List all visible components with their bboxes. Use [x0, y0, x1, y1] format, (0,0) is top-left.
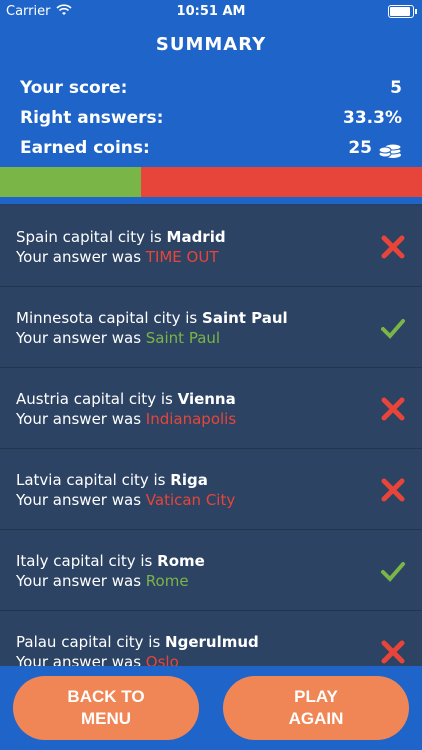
cross-icon — [381, 397, 405, 421]
question-prefix: Latvia capital city is — [16, 471, 171, 489]
battery-icon — [388, 5, 417, 18]
coins-row: Earned coins: 25 — [20, 134, 402, 164]
answer-list[interactable]: Spain capital city is Madrid Your answer … — [0, 206, 422, 666]
question-text: Palau capital city is Ngerulmud — [16, 633, 259, 651]
capital-name: Saint Paul — [202, 309, 288, 327]
given-answer: TIME OUT — [145, 248, 219, 266]
check-icon — [381, 562, 405, 582]
given-answer: Saint Paul — [145, 329, 221, 347]
capital-name: Madrid — [166, 228, 226, 246]
play-again-button[interactable]: PLAY AGAIN — [223, 676, 409, 740]
question-prefix: Palau capital city is — [16, 633, 166, 651]
answer-text: Your answer was Saint Paul — [16, 329, 220, 347]
capital-name: Riga — [170, 471, 208, 489]
question-prefix: Spain capital city is — [16, 228, 167, 246]
answer-text: Your answer was Indianapolis — [16, 410, 236, 428]
question-text: Minnesota capital city is Saint Paul — [16, 309, 288, 327]
answer-text: Your answer was Vatican City — [16, 491, 235, 509]
check-icon — [381, 319, 405, 339]
question-text: Austria capital city is Vienna — [16, 390, 236, 408]
score-progress-bar — [0, 167, 422, 197]
answer-prefix: Your answer was — [16, 653, 146, 666]
given-answer: Vatican City — [145, 491, 236, 509]
score-label: Your score: — [20, 78, 128, 98]
given-answer: Oslo — [145, 653, 179, 666]
answer-prefix: Your answer was — [16, 248, 146, 266]
right-answers-value: 33.3% — [343, 108, 402, 128]
list-item: Minnesota capital city is Saint Paul Your… — [0, 287, 422, 368]
answer-text: Your answer was Oslo — [16, 653, 179, 666]
list-item: Latvia capital city is Riga Your answer w… — [0, 449, 422, 530]
score-value: 5 — [390, 78, 402, 98]
list-item: Palau capital city is Ngerulmud Your answ… — [0, 611, 422, 666]
coins-stack-icon — [378, 143, 402, 158]
right-answers-row: Right answers: 33.3% — [20, 104, 402, 134]
coins-label: Earned coins: — [20, 138, 150, 158]
clock: 10:51 AM — [176, 4, 246, 19]
list-item: Spain capital city is Madrid Your answer … — [0, 206, 422, 287]
answer-prefix: Your answer was — [16, 491, 146, 509]
given-answer: Indianapolis — [145, 410, 237, 428]
capital-name: Ngerulmud — [165, 633, 259, 651]
cross-icon — [381, 640, 405, 664]
given-answer: Rome — [145, 572, 189, 590]
footer-bar: BACK TO MENU PLAY AGAIN — [0, 666, 422, 750]
answer-prefix: Your answer was — [16, 572, 146, 590]
question-text: Latvia capital city is Riga — [16, 471, 208, 489]
answer-text: Your answer was TIME OUT — [16, 248, 219, 266]
question-prefix: Austria capital city is — [16, 390, 178, 408]
right-answers-label: Right answers: — [20, 108, 164, 128]
question-text: Spain capital city is Madrid — [16, 228, 226, 246]
cross-icon — [381, 235, 405, 259]
question-prefix: Minnesota capital city is — [16, 309, 203, 327]
status-bar: Carrier 10:51 AM — [0, 0, 422, 22]
coins-value: 25 — [348, 138, 372, 158]
correct-portion — [0, 167, 141, 197]
question-text: Italy capital city is Rome — [16, 552, 205, 570]
cross-icon — [381, 478, 405, 502]
page-title: SUMMARY — [155, 34, 267, 55]
list-item: Italy capital city is Rome Your answer wa… — [0, 530, 422, 611]
capital-name: Rome — [157, 552, 205, 570]
question-prefix: Italy capital city is — [16, 552, 158, 570]
score-row: Your score: 5 — [20, 74, 402, 104]
list-item: Austria capital city is Vienna Your answe… — [0, 368, 422, 449]
answer-text: Your answer was Rome — [16, 572, 189, 590]
answer-prefix: Your answer was — [16, 329, 146, 347]
summary-header: SUMMARY Your score: 5 Right answers: 33.… — [0, 22, 422, 204]
capital-name: Vienna — [177, 390, 236, 408]
answer-prefix: Your answer was — [16, 410, 146, 428]
back-to-menu-button[interactable]: BACK TO MENU — [13, 676, 199, 740]
